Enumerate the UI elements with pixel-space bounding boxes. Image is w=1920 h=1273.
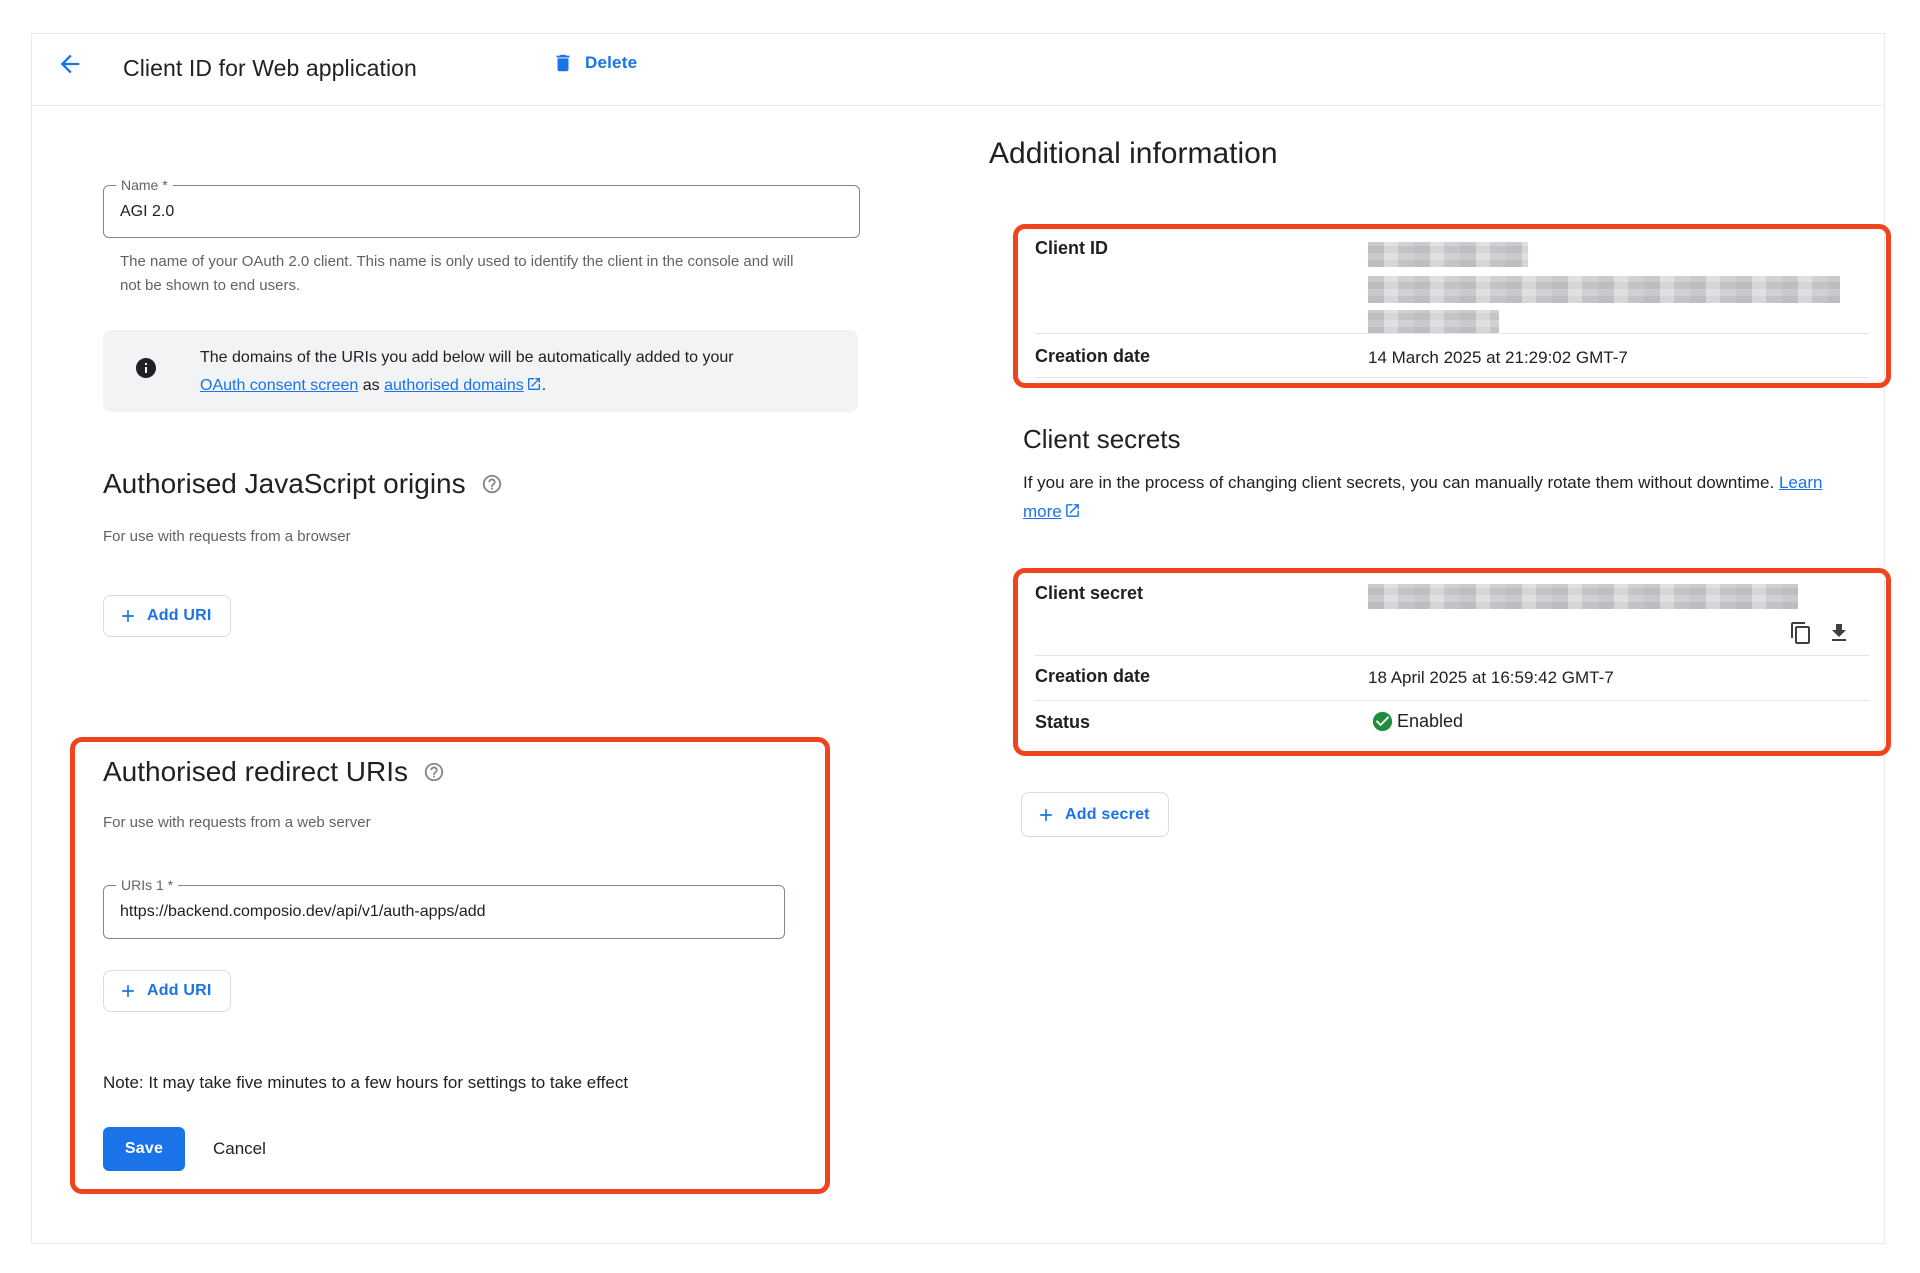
uris-1-field: URIs 1 * xyxy=(103,885,785,939)
help-icon[interactable] xyxy=(423,761,445,783)
client-id-label: Client ID xyxy=(1035,238,1108,259)
oauth-consent-screen-link[interactable]: OAuth consent screen xyxy=(200,377,358,394)
settings-note: Note: It may take five minutes to a few … xyxy=(103,1073,628,1093)
cancel-button[interactable]: Cancel xyxy=(213,1127,266,1171)
client-secrets-description: If you are in the process of changing cl… xyxy=(1023,468,1848,528)
check-circle-icon xyxy=(1371,710,1394,733)
delete-button[interactable]: Delete xyxy=(552,52,637,74)
additional-information-title: Additional information xyxy=(989,137,1278,171)
redirect-uris-title: Authorised redirect URIs xyxy=(103,756,408,788)
client-id-redacted-line-1 xyxy=(1368,242,1528,267)
external-link-icon xyxy=(526,374,542,402)
info-note-text: The domains of the URIs you add below wi… xyxy=(200,344,745,402)
status-value: Enabled xyxy=(1397,711,1463,732)
oauth-client-page: Client ID for Web application Delete Nam… xyxy=(0,0,1920,1273)
back-arrow-icon xyxy=(56,50,84,83)
uris-1-input[interactable] xyxy=(120,886,772,938)
plus-icon xyxy=(118,981,138,1001)
plus-icon xyxy=(1036,805,1056,825)
back-button[interactable] xyxy=(50,46,90,86)
status-badge: Enabled xyxy=(1368,710,1463,733)
secret-creation-date-value: 18 April 2025 at 16:59:42 GMT-7 xyxy=(1368,668,1614,688)
page-title: Client ID for Web application xyxy=(123,55,417,82)
js-origins-title: Authorised JavaScript origins xyxy=(103,468,466,500)
creation-date-value: 14 March 2025 at 21:29:02 GMT-7 xyxy=(1368,348,1628,368)
name-field: Name * xyxy=(103,185,860,238)
info-note-middle: as xyxy=(358,377,384,394)
client-id-card-divider xyxy=(1035,333,1869,334)
js-origins-subtitle: For use with requests from a browser xyxy=(103,528,351,545)
creation-date-label: Creation date xyxy=(1035,346,1150,367)
add-uri-button-label: Add URI xyxy=(147,607,212,625)
redirect-uris-heading: Authorised redirect URIs xyxy=(103,756,445,788)
client-id-redacted-line-3 xyxy=(1368,310,1499,334)
add-secret-button[interactable]: Add secret xyxy=(1021,792,1169,837)
info-icon xyxy=(134,356,158,385)
download-icon[interactable] xyxy=(1824,618,1854,648)
name-input[interactable] xyxy=(120,186,847,237)
external-link-icon xyxy=(1064,499,1081,528)
add-js-origin-uri-button[interactable]: Add URI xyxy=(103,595,231,637)
header-divider xyxy=(31,105,1885,106)
delete-button-label: Delete xyxy=(585,53,637,73)
add-uri-button-label: Add URI xyxy=(147,982,212,1000)
name-helper-text: The name of your OAuth 2.0 client. This … xyxy=(120,250,800,298)
trash-icon xyxy=(552,52,574,74)
save-button[interactable]: Save xyxy=(103,1127,185,1171)
status-label: Status xyxy=(1035,712,1090,733)
authorised-domains-link[interactable]: authorised domains xyxy=(384,377,524,394)
help-icon[interactable] xyxy=(481,473,503,495)
js-origins-heading: Authorised JavaScript origins xyxy=(103,468,503,500)
add-secret-button-label: Add secret xyxy=(1065,806,1150,824)
add-redirect-uri-button[interactable]: Add URI xyxy=(103,970,231,1012)
copy-icon[interactable] xyxy=(1786,618,1816,648)
client-secrets-title: Client secrets xyxy=(1023,424,1181,455)
info-note-before: The domains of the URIs you add below wi… xyxy=(200,349,734,366)
client-secret-redacted-line xyxy=(1368,584,1798,609)
client-secret-card-divider xyxy=(1035,700,1869,701)
client-id-redacted-line-2 xyxy=(1368,276,1840,303)
plus-icon xyxy=(118,606,138,626)
redirect-uris-subtitle: For use with requests from a web server xyxy=(103,814,371,831)
secret-creation-date-label: Creation date xyxy=(1035,666,1150,687)
info-note-after: . xyxy=(542,377,546,394)
client-id-card-divider xyxy=(1035,377,1869,378)
client-secret-card-divider xyxy=(1035,655,1869,656)
client-secrets-description-text: If you are in the process of changing cl… xyxy=(1023,473,1779,492)
client-secret-label: Client secret xyxy=(1035,583,1143,604)
